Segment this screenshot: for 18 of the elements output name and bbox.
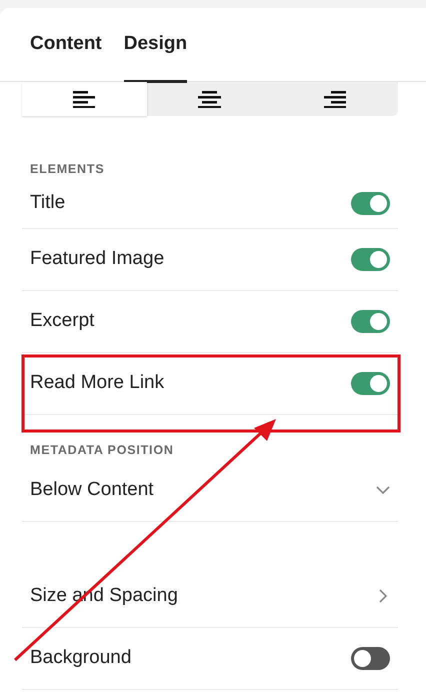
- align-left-icon: [73, 90, 96, 108]
- row-label: Excerpt: [30, 309, 94, 333]
- row-label: Below Content: [30, 478, 154, 502]
- row-label: Read More Link: [30, 371, 164, 395]
- align-right-icon: [324, 90, 347, 108]
- align-center-icon: [198, 90, 222, 108]
- toggle-switch[interactable]: [351, 646, 390, 670]
- toggle-switch[interactable]: [351, 310, 390, 333]
- row-label: Featured Image: [30, 247, 164, 271]
- row-label: Title: [30, 191, 66, 215]
- section-heading: METADATA POSITION: [29, 442, 175, 459]
- align-left-button[interactable]: [22, 82, 148, 116]
- row-label: Background: [30, 646, 132, 670]
- tab[interactable]: Content: [30, 30, 102, 83]
- toggle-switch[interactable]: [351, 372, 390, 395]
- section-heading: ELEMENTS: [29, 161, 106, 178]
- toggle-switch[interactable]: [351, 192, 390, 215]
- toggle-switch[interactable]: [351, 248, 390, 271]
